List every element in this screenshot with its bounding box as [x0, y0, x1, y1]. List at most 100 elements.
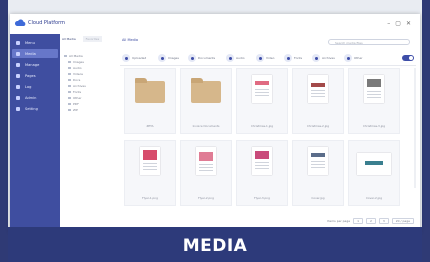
- tree-item[interactable]: Other: [68, 96, 82, 100]
- sidebar-item-label: Admin: [25, 95, 37, 100]
- page-button[interactable]: 2: [365, 218, 376, 224]
- tree-item-label: Audio: [73, 66, 82, 70]
- folder-icon: [68, 96, 71, 100]
- folder-icon: [68, 66, 71, 70]
- page-button[interactable]: 3: [378, 218, 389, 224]
- tree-item-label: Other: [73, 96, 82, 100]
- media-card[interactable]: Cover-2.jpg: [348, 140, 400, 206]
- filter-fonts[interactable]: Fonts: [284, 54, 302, 62]
- sidebar-item-menu[interactable]: Menu: [12, 38, 58, 47]
- media-icon: [16, 51, 20, 56]
- filter-audio[interactable]: Audio: [226, 54, 245, 62]
- sidebar-item-setting[interactable]: Setting: [12, 104, 58, 113]
- tree-item[interactable]: Videos: [68, 72, 83, 76]
- sidebar-item-log[interactable]: Log: [12, 82, 58, 91]
- audio-icon: [226, 54, 234, 62]
- filter-archives[interactable]: Archives: [312, 54, 335, 62]
- media-grid: ZETA Invoice Documents Christmas-1.jpg C…: [124, 68, 408, 212]
- media-card[interactable]: Flyer-2.png: [180, 140, 232, 206]
- tree-item[interactable]: Fonts: [68, 90, 81, 94]
- tree-item[interactable]: PDF: [68, 102, 79, 106]
- scrollbar[interactable]: [414, 68, 416, 188]
- filter-images[interactable]: Images: [158, 54, 179, 62]
- filter-label: Archives: [322, 56, 335, 60]
- folder-icon: [68, 102, 71, 106]
- tree-item[interactable]: Archives: [68, 84, 86, 88]
- tree-item-label: Docs: [73, 78, 81, 82]
- view-toggle[interactable]: [402, 55, 414, 61]
- document-thumbnail: [252, 75, 272, 103]
- manage-icon: [16, 62, 20, 67]
- log-icon: [16, 84, 20, 89]
- sidebar-item-admin[interactable]: Admin: [12, 93, 58, 102]
- filter-uploaded[interactable]: Uploaded: [122, 54, 146, 62]
- media-card[interactable]: Christmas-1.jpg: [236, 68, 288, 134]
- title-bar: Cloud Platform –▢✕: [10, 14, 420, 35]
- document-thumbnail: [196, 147, 216, 175]
- media-card[interactable]: Flyer-1.png: [124, 140, 176, 206]
- document-thumbnail: [140, 147, 160, 175]
- media-card[interactable]: Cover.jpg: [292, 140, 344, 206]
- filter-label: Documents: [198, 56, 216, 60]
- media-name: Christmas-3.jpg: [362, 124, 386, 128]
- page-button[interactable]: 1: [353, 218, 364, 224]
- filter-label: Video: [266, 56, 275, 60]
- filter-label: Other: [354, 56, 363, 60]
- sidebar-item-label: Menu: [25, 40, 35, 45]
- image-icon: [158, 54, 166, 62]
- document-thumbnail: [364, 75, 384, 103]
- pager-label: Items per page: [327, 219, 351, 223]
- filter-other[interactable]: Other: [344, 54, 363, 62]
- folder-icon: [68, 72, 71, 76]
- frame-right: [422, 0, 430, 262]
- media-name: Flyer-1.png: [142, 196, 158, 200]
- tree-item[interactable]: Images: [68, 60, 84, 64]
- media-name: ZETA: [146, 124, 154, 128]
- window-controls[interactable]: –▢✕: [387, 20, 416, 27]
- per-page-select[interactable]: 20 / page: [391, 218, 414, 224]
- tree-item[interactable]: Audio: [68, 66, 82, 70]
- media-card[interactable]: Flyer-3.png: [236, 140, 288, 206]
- media-name: Christmas-1.jpg: [250, 124, 274, 128]
- sidebar-item-media[interactable]: Media: [12, 49, 58, 58]
- pages-icon: [16, 73, 20, 78]
- menu-icon: [16, 40, 20, 45]
- media-name: Flyer-2.png: [198, 196, 214, 200]
- folder-icon: [135, 78, 165, 103]
- sidebar-item-label: Setting: [25, 106, 38, 111]
- document-thumbnail: [308, 147, 328, 175]
- breadcrumb[interactable]: All Media: [122, 38, 138, 42]
- app-name: Cloud Platform: [28, 20, 65, 26]
- upload-icon: [122, 54, 130, 62]
- folder-icon: [68, 90, 71, 94]
- sidebar-item-pages[interactable]: Pages: [12, 71, 58, 80]
- media-card[interactable]: ZETA: [124, 68, 176, 134]
- tree-item[interactable]: ZIP: [68, 108, 78, 112]
- folder-icon: [191, 78, 221, 103]
- sidebar-item-label: Pages: [25, 73, 36, 78]
- main-panel: All Media Search media files Uploaded Im…: [116, 34, 420, 232]
- filter-video[interactable]: Video: [256, 54, 274, 62]
- sidebar-item-label: Media: [25, 51, 36, 56]
- folder-icon: [64, 54, 67, 58]
- media-name: Invoice Documents: [192, 124, 220, 128]
- tab-all-media[interactable]: All Media: [62, 37, 76, 41]
- tab-favorites[interactable]: Favorites: [82, 36, 103, 42]
- media-card[interactable]: Christmas-2.jpg: [292, 68, 344, 134]
- sidebar-item-manage[interactable]: Manage: [12, 60, 58, 69]
- folder-icon: [68, 84, 71, 88]
- folder-icon: [68, 108, 71, 112]
- other-icon: [344, 54, 352, 62]
- document-icon: [188, 54, 196, 62]
- sidebar-item-label: Log: [25, 84, 32, 89]
- filter-documents[interactable]: Documents: [188, 54, 215, 62]
- search-input[interactable]: Search media files: [328, 39, 410, 45]
- filter-label: Fonts: [294, 56, 303, 60]
- media-card[interactable]: Invoice Documents: [180, 68, 232, 134]
- media-card[interactable]: Christmas-3.jpg: [348, 68, 400, 134]
- document-thumbnail: [252, 147, 272, 175]
- tree-item[interactable]: Docs: [68, 78, 80, 82]
- media-name: Christmas-2.jpg: [306, 124, 330, 128]
- folder-icon: [68, 78, 71, 82]
- tree-item[interactable]: All Media: [64, 54, 83, 58]
